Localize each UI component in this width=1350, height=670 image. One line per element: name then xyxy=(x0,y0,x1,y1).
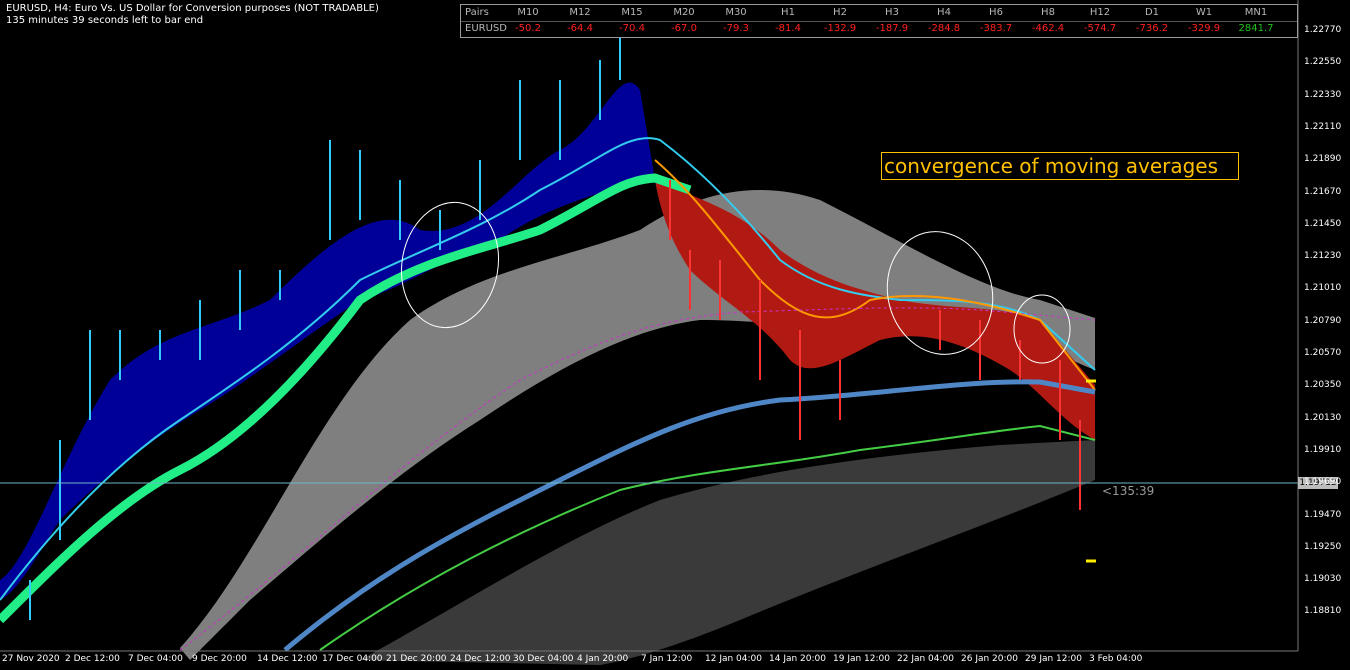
price-tick: 1.20570 xyxy=(1304,348,1342,358)
time-tick: 24 Dec 12:00 xyxy=(450,654,511,664)
pairs-corner-label: Pairs xyxy=(465,7,489,18)
timeframe-h2: H2 xyxy=(833,7,847,18)
time-tick: 9 Dec 20:00 xyxy=(192,654,247,664)
annotation-label[interactable]: convergence of moving averages xyxy=(881,152,1239,180)
price-tick: 1.20350 xyxy=(1304,380,1342,391)
price-tick: 1.21670 xyxy=(1304,186,1342,197)
value-h4: -284.8 xyxy=(927,23,961,34)
time-tick: 27 Nov 2020 xyxy=(2,654,60,664)
time-tick: 2 Dec 12:00 xyxy=(65,654,120,664)
value-h6: -383.7 xyxy=(979,23,1013,34)
pairs-table-header-row: Pairs M10 M12 M15 M20 M30 H1 H2 H3 H4 H6 H8 H12 D1 W1… xyxy=(461,6,1297,21)
time-tick: 29 Jan 12:00 xyxy=(1025,654,1082,664)
timeframe-h1: H1 xyxy=(781,7,795,18)
value-h12: -574.7 xyxy=(1083,23,1117,34)
price-tick: 1.21450 xyxy=(1304,218,1342,229)
value-h1: -81.4 xyxy=(775,23,801,34)
time-tick: 12 Jan 04:00 xyxy=(705,654,762,664)
price-tick: 1.21890 xyxy=(1304,154,1342,165)
time-tick: 26 Jan 20:00 xyxy=(961,654,1018,664)
value-m10: -50.2 xyxy=(515,23,541,34)
value-m15: -70.4 xyxy=(619,23,645,34)
price-tick: 1.21010 xyxy=(1304,283,1342,294)
value-h3: -187.9 xyxy=(875,23,909,34)
time-tick: 4 Jan 20:00 xyxy=(577,654,629,664)
price-tick: 1.19250 xyxy=(1304,541,1342,552)
value-h2: -132.9 xyxy=(823,23,857,34)
timeframe-m15: M15 xyxy=(621,7,643,18)
pair-name: EURUSD xyxy=(465,23,507,34)
bar-countdown-header: 135 minutes 39 seconds left to bar end xyxy=(6,15,204,26)
timeframe-m10: M10 xyxy=(517,7,539,18)
price-tick: 1.22770 xyxy=(1304,25,1342,35)
pairs-table-value-row: EURUSD -50.2 -64.4 -70.4 -67.0 -79.3 -81.4 -13… xyxy=(461,21,1297,37)
price-tick: 1.18810 xyxy=(1304,606,1342,617)
timeframe-h12: H12 xyxy=(1089,7,1111,18)
bar-countdown-label: <135:39 xyxy=(1102,484,1155,498)
price-tick: 1.22110 xyxy=(1304,121,1342,132)
time-tick: 22 Jan 04:00 xyxy=(897,654,954,664)
value-m30: -79.3 xyxy=(723,23,749,34)
timeframe-m20: M20 xyxy=(673,7,695,18)
time-tick: 30 Dec 04:00 xyxy=(513,654,574,664)
value-h8: -462.4 xyxy=(1031,23,1065,34)
pairs-table: Pairs M10 M12 M15 M20 M30 H1 H2 H3 H4 H6 H8 H12 D1 W1… xyxy=(460,4,1298,38)
timeframe-w1: W1 xyxy=(1195,7,1213,18)
timeframe-mn1: MN1 xyxy=(1244,7,1268,18)
price-chart[interactable] xyxy=(0,0,1350,670)
timeframe-h6: H6 xyxy=(989,7,1003,18)
timeframe-h4: H4 xyxy=(937,7,951,18)
value-m12: -64.4 xyxy=(567,23,593,34)
price-tick: 1.21230 xyxy=(1304,251,1342,262)
price-tick: 1.20790 xyxy=(1304,315,1342,326)
timeframe-m12: M12 xyxy=(569,7,591,18)
value-w1: -329.9 xyxy=(1187,23,1221,34)
price-tick: 1.19910 xyxy=(1304,444,1342,455)
timeframe-h8: H8 xyxy=(1041,7,1055,18)
price-tick: 1.22550 xyxy=(1304,57,1342,68)
time-tick: 17 Dec 04:00 xyxy=(322,654,383,664)
timeframe-d1: D1 xyxy=(1144,7,1160,18)
price-tick: 1.19030 xyxy=(1304,574,1342,585)
time-tick: 14 Dec 12:00 xyxy=(257,654,318,664)
value-mn1: 2841.7 xyxy=(1238,23,1274,34)
price-tick: 1.19690 xyxy=(1304,477,1342,488)
value-d1: -736.2 xyxy=(1135,23,1169,34)
price-tick: 1.19470 xyxy=(1304,509,1342,520)
time-tick: 19 Jan 12:00 xyxy=(833,654,890,664)
timeframe-m30: M30 xyxy=(725,7,747,18)
time-tick: 7 Dec 04:00 xyxy=(128,654,183,664)
time-tick: 14 Jan 20:00 xyxy=(769,654,826,664)
timeframe-h3: H3 xyxy=(885,7,899,18)
time-tick: 7 Jan 12:00 xyxy=(641,654,693,664)
time-tick: 3 Feb 04:00 xyxy=(1089,654,1143,664)
value-m20: -67.0 xyxy=(671,23,697,34)
price-tick: 1.20130 xyxy=(1304,412,1342,423)
price-tick: 1.22330 xyxy=(1304,89,1342,100)
chart-symbol-header: EURUSD, H4: Euro Vs. US Dollar for Conve… xyxy=(6,3,379,14)
time-tick: 21 Dec 20:00 xyxy=(386,654,447,664)
